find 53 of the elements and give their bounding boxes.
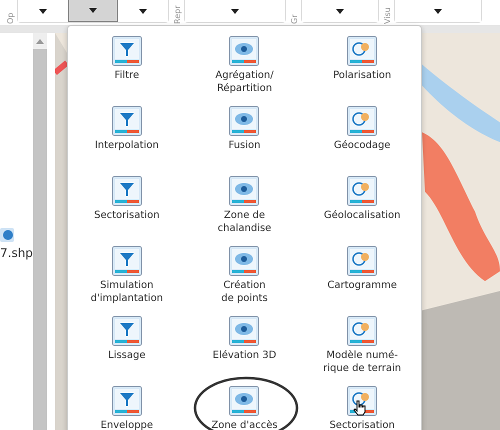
operation-tile[interactable]: Elévation 3D <box>186 316 304 386</box>
caret-icon <box>39 8 47 14</box>
caret-icon <box>336 8 344 14</box>
eye-icon[interactable] <box>229 176 260 206</box>
operation-label[interactable]: Sectorisation <box>329 419 395 430</box>
operation-label[interactable]: Géocodage <box>334 139 390 152</box>
operation-tile[interactable]: Enveloppe <box>68 386 186 430</box>
operation-label[interactable]: Polarisation <box>333 69 392 82</box>
operation-label[interactable]: Interpolation <box>94 139 159 152</box>
operation-tile[interactable]: Filtre <box>68 36 186 106</box>
group-label: Repr <box>173 4 182 24</box>
operation-label[interactable]: Cartogramme <box>327 279 397 292</box>
operation-tile[interactable]: Cartogramme <box>303 246 421 316</box>
group-label: Op <box>6 12 15 24</box>
operation-label[interactable]: Enveloppe <box>100 419 154 430</box>
operation-tile[interactable]: Zone d'accès <box>186 386 304 430</box>
operation-label[interactable]: Création de points <box>221 279 268 305</box>
operation-tile[interactable]: Polarisation <box>303 36 421 106</box>
operation-label[interactable]: Fusion <box>228 139 260 152</box>
operation-tile[interactable]: Zone de chalandise <box>186 176 304 246</box>
operation-label[interactable]: Agrégation/ Répartition <box>215 69 274 95</box>
operation-tile[interactable]: Fusion <box>186 106 304 176</box>
caret-icon <box>139 8 147 14</box>
operation-tile[interactable]: Simulation d'implantation <box>68 246 186 316</box>
operation-tile[interactable]: Création de points <box>186 246 304 316</box>
operation-tile[interactable]: Lissage <box>68 316 186 386</box>
funnel-icon[interactable] <box>112 36 142 66</box>
layer-name[interactable]: 7.shp <box>0 246 33 260</box>
operation-tile[interactable]: Géocodage <box>303 106 421 176</box>
caret-icon <box>434 8 442 14</box>
dropdown-button[interactable] <box>68 0 118 22</box>
scroll-up-icon[interactable] <box>36 39 44 44</box>
operation-tile[interactable]: Agrégation/ Répartition <box>186 36 304 106</box>
operation-tile[interactable]: Modèle numé- rique de terrain <box>303 316 421 386</box>
operation-label[interactable]: Modèle numé- rique de terrain <box>323 349 402 375</box>
operation-tile[interactable]: Géolocalisation <box>303 176 421 246</box>
group-label: Visu <box>383 6 392 24</box>
operation-tile[interactable]: Interpolation <box>68 106 186 176</box>
globe-layer-icon[interactable] <box>0 228 14 242</box>
operation-label[interactable]: Filtre <box>114 69 140 82</box>
operation-label[interactable]: Simulation d'implantation <box>90 279 164 305</box>
operation-label[interactable]: Lissage <box>108 349 146 362</box>
operation-tile[interactable]: Sectorisation <box>303 386 421 430</box>
caret-icon <box>89 8 97 13</box>
caret-icon <box>231 8 239 14</box>
group-label: Gr <box>290 14 299 24</box>
operation-label[interactable]: Zone de chalandise <box>218 209 272 235</box>
operation-tile[interactable]: Sectorisation <box>68 176 186 246</box>
operation-label[interactable]: Géolocalisation <box>324 209 400 222</box>
operation-label[interactable]: Sectorisation <box>94 209 160 222</box>
circles-icon[interactable] <box>347 36 378 66</box>
operation-label[interactable]: Elévation 3D <box>212 349 276 362</box>
operation-label[interactable]: Zone d'accès <box>211 419 278 430</box>
